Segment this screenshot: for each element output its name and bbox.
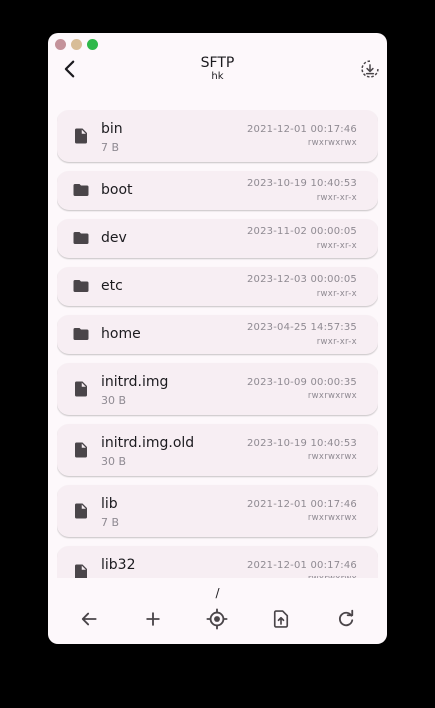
go-up-button[interactable] [77,607,101,631]
close-window-button[interactable] [55,39,66,50]
item-date: 2021-12-01 00:17:46 [246,124,357,135]
item-size: 7 B [101,516,120,529]
item-date: 2023-11-02 00:00:05 [246,226,357,237]
item-permissions: rwxr-xr-x [316,337,357,347]
item-name: home [101,326,141,342]
locate-button[interactable] [205,607,229,631]
list-item[interactable]: initrd.img 30 B 2023-10-09 00:00:35 rwxr… [57,363,378,415]
download-circle-icon [361,60,379,78]
item-permissions: rwxrwxrwx [308,574,357,578]
upload-file-icon [273,610,289,628]
item-date: 2021-12-01 00:17:46 [246,499,357,510]
file-icon [75,503,87,519]
file-icon [75,564,87,578]
app-window: SFTP hk bin 7 B 2021-12-01 00:17:46 rwxr… [48,33,387,644]
list-item[interactable]: dev 2023-11-02 00:00:05 rwxr-xr-x [57,219,378,258]
item-permissions: rwxr-xr-x [316,241,357,251]
upload-button[interactable] [269,607,293,631]
download-button[interactable] [359,58,381,80]
folder-icon [73,184,89,196]
item-date: 2023-04-25 14:57:35 [246,322,357,333]
minimize-window-button[interactable] [71,39,82,50]
item-name: boot [101,182,133,198]
item-permissions: rwxrwxrwx [307,391,357,401]
item-date: 2023-12-03 00:00:05 [246,274,357,285]
title-block: SFTP hk [48,55,387,83]
item-date: 2023-10-19 10:40:53 [246,178,357,189]
maximize-window-button[interactable] [87,39,98,50]
folder-icon [73,328,89,340]
item-size: 7 B [101,141,120,154]
item-size: 30 B [101,455,127,468]
item-permissions: rwxrwxrwx [307,138,357,148]
item-name: dev [101,230,127,246]
item-permissions: rwxrwxrwx [307,513,357,523]
page-subtitle: hk [211,71,224,82]
item-name: lib32 [101,557,136,573]
list-item[interactable]: boot 2023-10-19 10:40:53 rwxr-xr-x [57,171,378,210]
item-permissions: rwxr-xr-x [316,289,357,299]
item-name: initrd.img [101,374,169,390]
file-icon [75,128,87,144]
bottom-toolbar [48,604,387,634]
plus-icon [146,612,160,626]
item-name: etc [101,278,123,294]
item-size: 30 B [101,394,127,407]
item-date: 2023-10-19 10:40:53 [246,438,357,449]
file-icon [75,381,87,397]
item-name: bin [101,121,123,137]
item-date: 2021-12-01 00:17:46 [246,560,357,571]
file-icon [75,442,87,458]
page-title: SFTP [200,55,235,71]
list-item[interactable]: etc 2023-12-03 00:00:05 rwxr-xr-x [57,267,378,306]
file-list[interactable]: bin 7 B 2021-12-01 00:17:46 rwxrwxrwx bo… [57,110,378,578]
window-controls [55,39,98,50]
list-item[interactable]: bin 7 B 2021-12-01 00:17:46 rwxrwxrwx [57,110,378,162]
item-permissions: rwxrwxrwx [307,452,357,462]
add-button[interactable] [141,607,165,631]
gps-icon [206,608,228,630]
arrow-left-icon [81,612,97,626]
list-item[interactable]: home 2023-04-25 14:57:35 rwxr-xr-x [57,315,378,354]
item-name: initrd.img.old [101,435,195,451]
list-item[interactable]: lib32 2021-12-01 00:17:46 rwxrwxrwx [57,546,378,578]
item-date: 2023-10-09 00:00:35 [246,377,357,388]
item-permissions: rwxr-xr-x [316,193,357,203]
list-item[interactable]: lib 7 B 2021-12-01 00:17:46 rwxrwxrwx [57,485,378,537]
folder-icon [73,232,89,244]
refresh-icon [338,609,354,627]
current-path: / [215,586,220,600]
item-name: lib [101,496,118,512]
folder-icon [73,280,89,292]
refresh-button[interactable] [334,607,358,631]
list-item[interactable]: initrd.img.old 30 B 2023-10-19 10:40:53 … [57,424,378,476]
